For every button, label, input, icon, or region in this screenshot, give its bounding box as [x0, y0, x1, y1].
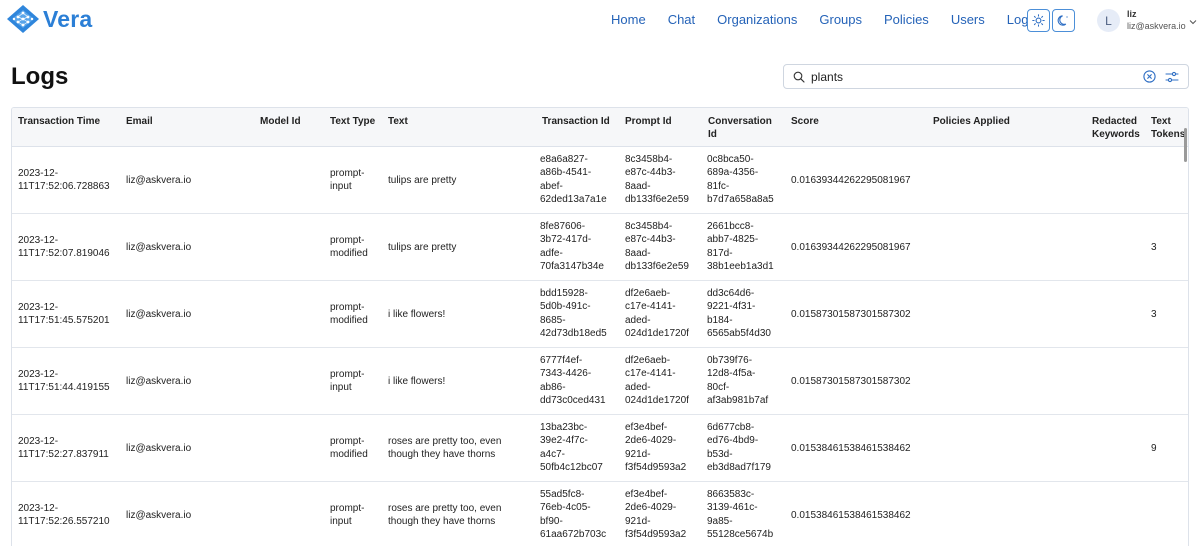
- light-theme-button[interactable]: [1027, 9, 1050, 32]
- nav-groups[interactable]: Groups: [819, 12, 862, 30]
- table-row[interactable]: 2023-12- 11T17:52:27.837911 liz@askvera.…: [12, 415, 1188, 482]
- nav-chat[interactable]: Chat: [668, 12, 695, 30]
- cell-time: 2023-12- 11T17:52:07.819046: [18, 235, 110, 260]
- cell-text: i like flowers!: [388, 309, 446, 320]
- col-transaction-time[interactable]: Transaction Time: [18, 115, 100, 128]
- top-bar: Vera Home Chat Organizations Groups Poli…: [0, 0, 1200, 42]
- cell-transaction-id: 55ad5fc8- 76eb-4c05- bf90- 61aa672b703c: [540, 489, 607, 541]
- cell-email: liz@askvera.io: [126, 242, 192, 253]
- col-redacted-keywords[interactable]: Redacted Keywords: [1092, 115, 1146, 141]
- cell-type: prompt- input: [330, 168, 365, 193]
- table-row[interactable]: 2023-12- 11T17:51:45.575201 liz@askvera.…: [12, 281, 1188, 348]
- cell-score: 0.01587301587301587302: [791, 309, 911, 320]
- cell-prompt-id: df2e6aeb- c17e-4141- aded- 024d1de1720f: [625, 288, 689, 340]
- col-score[interactable]: Score: [791, 115, 819, 128]
- brand-name: Vera: [43, 5, 93, 32]
- cell-conversation-id: 0c8bca50- 689a-4356- 81fc- b7d7a658a8a5: [707, 154, 774, 206]
- col-transaction-id[interactable]: Transaction Id: [542, 115, 610, 128]
- cell-conversation-id: 8663583c- 3139-461c- 9a85- 55128ce5674b: [707, 489, 774, 541]
- sun-icon: [1032, 14, 1045, 27]
- cell-prompt-id: 8c3458b4- e87c-44b3- 8aad- db133f6e2e59: [625, 154, 689, 206]
- cell-text: i like flowers!: [388, 376, 446, 387]
- avatar[interactable]: L: [1097, 9, 1120, 32]
- cell-score: 0.01538461538461538462: [791, 510, 911, 521]
- col-text[interactable]: Text: [388, 115, 408, 128]
- cell-text: roses are pretty too, even though they h…: [388, 436, 502, 461]
- table-row[interactable]: 2023-12- 11T17:52:06.728863 liz@askvera.…: [12, 147, 1188, 214]
- cell-score: 0.01538461538461538462: [791, 443, 911, 454]
- vera-logo-icon: [7, 5, 39, 33]
- nav-organizations[interactable]: Organizations: [717, 12, 797, 30]
- cell-conversation-id: 2661bcc8- abb7-4825- 817d- 38b1eeb1a3d1: [707, 221, 774, 273]
- cell-email: liz@askvera.io: [126, 175, 192, 186]
- filter-icon[interactable]: [1165, 70, 1179, 84]
- user-name: liz: [1127, 9, 1137, 19]
- cell-conversation-id: 0b739f76- 12d8-4f5a- 80cf- af3ab981b7af: [707, 355, 769, 407]
- table-row[interactable]: 2023-12- 11T17:52:07.819046 liz@askvera.…: [12, 214, 1188, 281]
- cell-type: prompt- input: [330, 369, 365, 394]
- cell-type: prompt- input: [330, 503, 365, 528]
- cell-time: 2023-12- 11T17:51:45.575201: [18, 302, 110, 327]
- cell-transaction-id: 8fe87606- 3b72-417d- adfe- 70fa3147b34e: [540, 221, 604, 273]
- moon-icon: [1057, 15, 1068, 26]
- cell-text: tulips are pretty: [388, 242, 457, 253]
- cell-email: liz@askvera.io: [126, 510, 192, 521]
- vertical-scrollbar[interactable]: [1184, 128, 1187, 162]
- cell-type: prompt- modified: [330, 302, 368, 327]
- cell-prompt-id: ef3e4bef- 2de6-4029- 921d- f3f54d9593a2: [625, 489, 687, 541]
- cell-prompt-id: ef3e4bef- 2de6-4029- 921d- f3f54d9593a2: [625, 422, 687, 474]
- cell-score: 0.01639344262295081967: [791, 175, 911, 186]
- cell-transaction-id: bdd15928- 5d0b-491c- 8685- 42d73db18ed5: [540, 288, 607, 340]
- cell-time: 2023-12- 11T17:52:27.837911: [18, 436, 109, 461]
- col-policies-applied[interactable]: Policies Applied: [933, 115, 1010, 128]
- brand-logo[interactable]: Vera: [6, 4, 98, 34]
- search-icon: [793, 71, 805, 83]
- cell-time: 2023-12- 11T17:52:06.728863: [18, 168, 110, 193]
- clear-icon[interactable]: [1143, 70, 1156, 83]
- nav-users[interactable]: Users: [951, 12, 985, 30]
- table-row[interactable]: 2023-12- 11T17:51:44.419155 liz@askvera.…: [12, 348, 1188, 415]
- cell-transaction-id: e8a6a827- a86b-4541- abef- 62ded13a7a1e: [540, 154, 607, 206]
- cell-prompt-id: 8c3458b4- e87c-44b3- 8aad- db133f6e2e59: [625, 221, 689, 273]
- search-input[interactable]: [811, 68, 1111, 86]
- cell-score: 0.01639344262295081967: [791, 242, 911, 253]
- dark-theme-button[interactable]: [1052, 9, 1075, 32]
- cell-email: liz@askvera.io: [126, 376, 192, 387]
- cell-prompt-id: df2e6aeb- c17e-4141- aded- 024d1de1720f: [625, 355, 689, 407]
- cell-tokens: 3: [1151, 242, 1157, 253]
- cell-transaction-id: 13ba23bc- 39e2-4f7c- a4c7- 50fb4c12bc07: [540, 422, 603, 474]
- search-box: [783, 64, 1189, 89]
- cell-transaction-id: 6777f4ef- 7343-4426- ab86- dd73c0ced431: [540, 355, 606, 407]
- cell-type: prompt- modified: [330, 235, 368, 260]
- table-row[interactable]: 2023-12- 11T17:52:26.557210 liz@askvera.…: [12, 482, 1188, 546]
- cell-email: liz@askvera.io: [126, 309, 192, 320]
- cell-time: 2023-12- 11T17:51:44.419155: [18, 369, 110, 394]
- cell-score: 0.01587301587301587302: [791, 376, 911, 387]
- col-model-id[interactable]: Model Id: [260, 115, 301, 128]
- cell-type: prompt- modified: [330, 436, 368, 461]
- main-nav: Home Chat Organizations Groups Policies …: [600, 12, 1035, 30]
- col-text-type[interactable]: Text Type: [330, 115, 375, 128]
- page-title: Logs: [11, 63, 69, 90]
- cell-email: liz@askvera.io: [126, 443, 192, 454]
- chevron-down-icon[interactable]: [1189, 18, 1197, 26]
- cell-time: 2023-12- 11T17:52:26.557210: [18, 503, 110, 528]
- cell-conversation-id: dd3c64d6- 9221-4f31- b184- 6565ab5f4d30: [707, 288, 771, 340]
- col-email[interactable]: Email: [126, 115, 153, 128]
- nav-policies[interactable]: Policies: [884, 12, 929, 30]
- cell-tokens: 9: [1151, 443, 1157, 454]
- col-conversation-id[interactable]: Conversation Id: [708, 115, 778, 141]
- cell-tokens: 3: [1151, 309, 1157, 320]
- col-prompt-id[interactable]: Prompt Id: [625, 115, 672, 128]
- logs-table: Transaction Time Email Model Id Text Typ…: [11, 107, 1189, 546]
- user-email: liz@askvera.io: [1127, 21, 1186, 31]
- cell-text: tulips are pretty: [388, 175, 457, 186]
- nav-home[interactable]: Home: [611, 12, 646, 30]
- cell-text: roses are pretty too, even though they h…: [388, 503, 502, 528]
- cell-conversation-id: 6d677cb8- ed76-4bd9- b53d- eb3d8ad7f179: [707, 422, 771, 474]
- table-header: Transaction Time Email Model Id Text Typ…: [12, 108, 1188, 147]
